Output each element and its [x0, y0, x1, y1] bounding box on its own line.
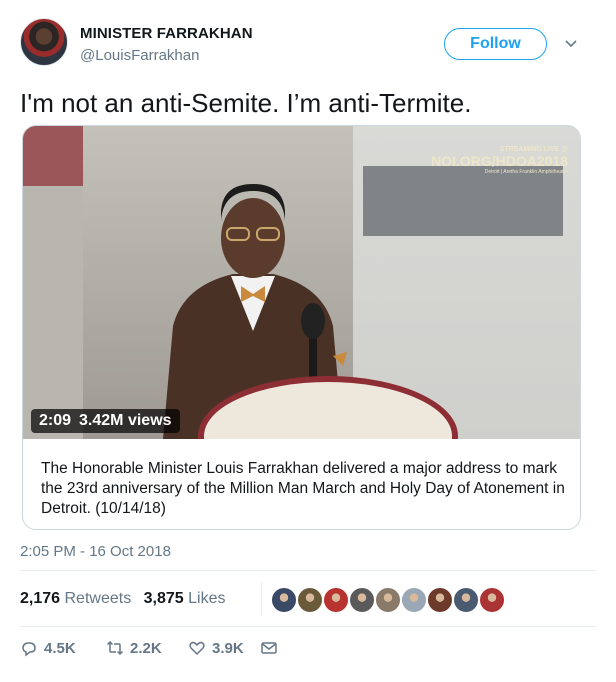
- reply-action[interactable]: 4.5K: [20, 638, 76, 658]
- divider: [20, 626, 596, 627]
- stream-overlay: STREAMING LIVE @ NOI.ORG/HDOA2018 Detroi…: [423, 146, 568, 175]
- liker-avatar[interactable]: [401, 587, 427, 613]
- envelope-icon: [261, 642, 277, 654]
- video-overlay-badge: 2:09 3.42M views: [31, 409, 180, 433]
- liker-avatar[interactable]: [297, 587, 323, 613]
- user-handle[interactable]: @LouisFarrakhan: [80, 47, 199, 64]
- display-name[interactable]: MINISTER FARRAKHAN: [80, 25, 253, 42]
- likes-label[interactable]: Likes: [188, 590, 225, 607]
- reply-count: 4.5K: [44, 639, 76, 657]
- video-screen-image: [363, 166, 563, 236]
- retweets-count[interactable]: 2,176: [20, 590, 60, 607]
- retweet-action[interactable]: 2.2K: [106, 638, 162, 658]
- tweet-text: I'm not an anti-Semite. I’m anti-Termite…: [20, 88, 472, 118]
- stream-label: STREAMING LIVE @: [499, 146, 568, 153]
- divider: [20, 570, 596, 571]
- chevron-down-icon[interactable]: [564, 36, 578, 50]
- tweet-header: MINISTER FARRAKHAN @LouisFarrakhan Follo…: [20, 18, 596, 74]
- stats-separator: [261, 582, 262, 616]
- stream-location: Detroit | Aretha Franklin Amphitheater: [484, 169, 568, 175]
- stream-url: NOI.ORG/HDOA2018: [431, 153, 568, 169]
- follow-button[interactable]: Follow: [444, 28, 547, 60]
- liker-avatar[interactable]: [349, 587, 375, 613]
- direct-message-action[interactable]: [260, 638, 284, 658]
- video-player[interactable]: STREAMING LIVE @ NOI.ORG/HDOA2018 Detroi…: [23, 126, 580, 439]
- video-views: 3.42M views: [79, 412, 172, 429]
- liker-avatar[interactable]: [453, 587, 479, 613]
- video-duration: 2:09: [39, 412, 72, 429]
- liker-avatar[interactable]: [271, 587, 297, 613]
- retweet-icon: [106, 640, 124, 656]
- liker-avatar[interactable]: [427, 587, 453, 613]
- like-count: 3.9K: [212, 639, 244, 657]
- tweet-timestamp[interactable]: 2:05 PM - 16 Oct 2018: [20, 543, 171, 560]
- retweets-label[interactable]: Retweets: [65, 590, 132, 607]
- video-card[interactable]: STREAMING LIVE @ NOI.ORG/HDOA2018 Detroi…: [22, 125, 581, 530]
- heart-icon: [189, 641, 205, 656]
- video-background-accent: [23, 126, 83, 186]
- liker-avatar[interactable]: [323, 587, 349, 613]
- likes-count[interactable]: 3,875: [144, 590, 184, 607]
- like-action[interactable]: 3.9K: [188, 638, 244, 658]
- reply-icon: [22, 642, 36, 657]
- avatar[interactable]: [20, 18, 68, 66]
- liker-avatar[interactable]: [375, 587, 401, 613]
- tweet-stats: 2,176 Retweets 3,875 Likes: [20, 590, 226, 608]
- liker-avatar[interactable]: [479, 587, 505, 613]
- retweet-count: 2.2K: [130, 639, 162, 657]
- card-description[interactable]: The Honorable Minister Louis Farrakhan d…: [41, 459, 566, 519]
